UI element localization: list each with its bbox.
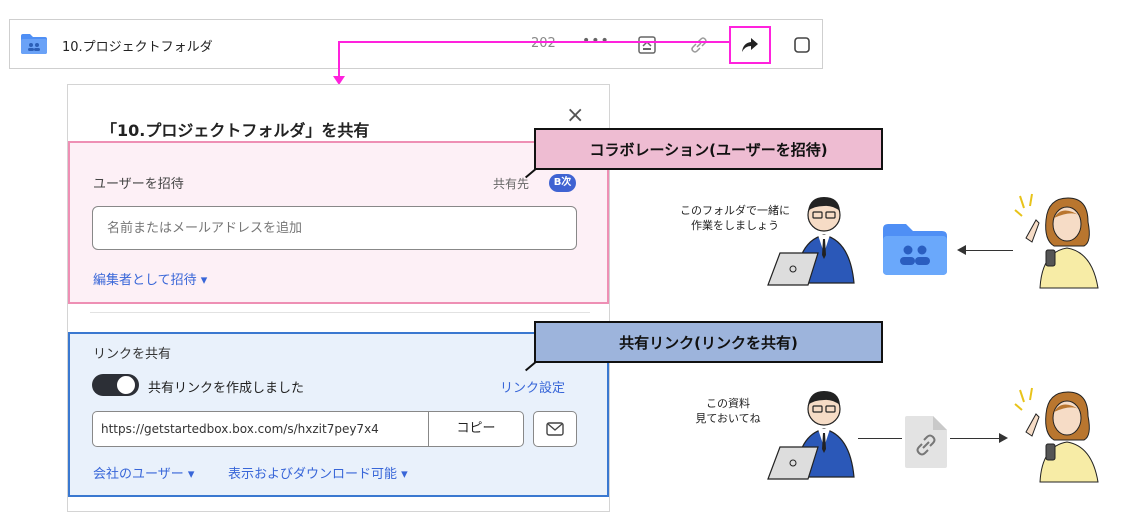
upload-icon[interactable] <box>635 33 659 57</box>
close-icon[interactable]: × <box>566 103 584 128</box>
access-scope-dropdown[interactable]: 会社のユーザー ▾ <box>93 463 194 482</box>
invite-input[interactable] <box>92 206 577 250</box>
shared-link-callout: 共有リンク(リンクを共有) <box>534 321 883 363</box>
woman-phone-illustration <box>1012 190 1107 294</box>
link-icon[interactable] <box>687 33 711 57</box>
businessman-laptop-illustration <box>766 193 858 292</box>
businessman-laptop-illustration <box>766 387 858 486</box>
folder-icon <box>20 33 48 55</box>
link-file-icon <box>903 414 949 474</box>
shared-with-label: 共有先 <box>493 177 530 191</box>
arrow-line <box>965 250 1013 251</box>
section-divider <box>90 312 590 313</box>
collaboration-callout: コラボレーション(ユーザーを招待) <box>534 128 883 170</box>
dialog-title: 「10.プロジェクトフォルダ」を共有 <box>101 121 370 140</box>
arrow-line <box>858 438 902 439</box>
permission-dropdown[interactable]: 表示およびダウンロード可能 ▾ <box>228 463 408 482</box>
invite-role-dropdown[interactable]: 編集者として招待 ▾ <box>93 269 207 288</box>
link-created-text: 共有リンクを作成しました <box>148 381 305 396</box>
share-link-label: リンクを共有 <box>93 347 172 362</box>
invite-users-label: ユーザーを招待 <box>93 177 184 192</box>
shared-link-url[interactable] <box>92 411 428 447</box>
link-settings-link[interactable]: リンク設定 <box>500 377 565 396</box>
arrowhead-right <box>999 433 1008 443</box>
email-button[interactable] <box>533 411 577 447</box>
copy-button[interactable]: コピー <box>428 411 524 447</box>
woman-phone-illustration <box>1012 384 1107 488</box>
shared-folder-icon <box>880 221 950 281</box>
folder-name[interactable]: 10.プロジェクトフォルダ <box>62 36 213 55</box>
checkbox-icon[interactable] <box>790 33 814 57</box>
collaborator-avatar[interactable]: B次 <box>549 174 576 192</box>
mail-icon <box>546 422 564 436</box>
connector-line-vertical <box>338 41 340 77</box>
toggle-knob <box>116 375 136 395</box>
arrow-line <box>950 438 1000 439</box>
modified-date: 202 <box>531 36 556 51</box>
share-highlight <box>729 26 771 64</box>
connector-line <box>338 41 729 43</box>
